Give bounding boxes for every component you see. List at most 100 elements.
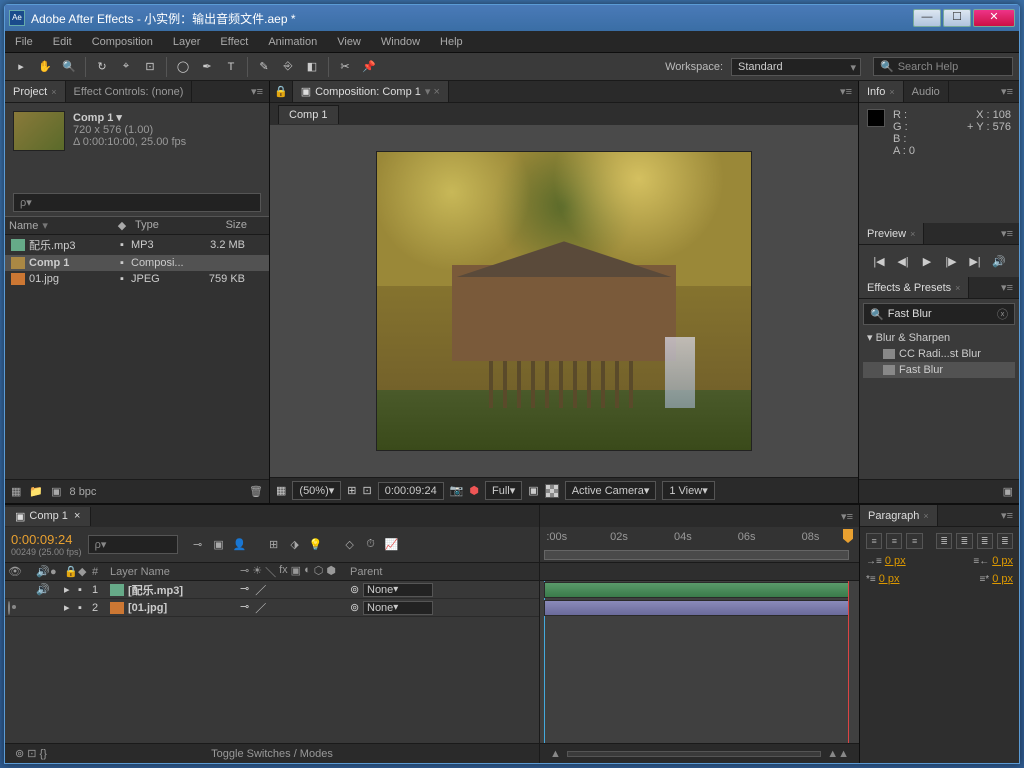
graph-icon[interactable]: 📈 — [384, 538, 400, 551]
panel-menu-icon[interactable]: ▾≡ — [995, 509, 1019, 522]
tab-composition[interactable]: ▣ Composition: Comp 1 ▾ × — [293, 81, 449, 102]
effect-item[interactable]: Fast Blur — [863, 362, 1015, 378]
col-type[interactable]: Type — [131, 219, 201, 232]
playhead-icon[interactable] — [843, 529, 853, 543]
resolution-select[interactable]: Full ▾ — [485, 481, 522, 500]
clear-search-icon[interactable]: ⓧ — [997, 306, 1008, 322]
shape-tool-icon[interactable]: ◯ — [173, 57, 193, 77]
text-tool-icon[interactable]: T — [221, 57, 241, 77]
tab-effects-presets[interactable]: Effects & Presets× — [859, 277, 969, 298]
layer-bar[interactable] — [544, 600, 849, 616]
menu-window[interactable]: Window — [371, 33, 430, 51]
effect-category[interactable]: ▾ Blur & Sharpen — [863, 329, 1015, 346]
timeline-current-time[interactable]: 0:00:09:24 — [11, 532, 82, 547]
zoom-out-icon[interactable]: ▲ — [550, 748, 561, 760]
pen-tool-icon[interactable]: ✒ — [197, 57, 217, 77]
timeline-search-input[interactable]: ρ▾ — [88, 535, 178, 554]
eye-icon[interactable] — [8, 601, 10, 615]
indent-left-input[interactable]: →≡ 0 px — [866, 555, 906, 567]
comp-thumbnail[interactable] — [13, 111, 65, 151]
eraser-tool-icon[interactable]: ◧ — [302, 57, 322, 77]
transparency-icon[interactable] — [545, 484, 559, 498]
timeline-tracks[interactable] — [540, 581, 859, 743]
justify-all-icon[interactable]: ≣ — [997, 533, 1013, 549]
camera-tool-icon[interactable]: ⌖ — [116, 57, 136, 77]
hand-tool-icon[interactable]: ✋ — [35, 57, 55, 77]
menu-file[interactable]: File — [5, 33, 43, 51]
selection-tool-icon[interactable]: ▸ — [11, 57, 31, 77]
time-display[interactable]: 0:00:09:24 — [378, 482, 444, 500]
toggle-switches-button[interactable]: Toggle Switches / Modes — [211, 748, 333, 760]
new-comp-icon[interactable]: ▣ — [51, 485, 61, 498]
bpc-toggle[interactable]: 8 bpc — [70, 486, 97, 498]
search-help-input[interactable]: 🔍 Search Help — [873, 57, 1013, 76]
puppet-tool-icon[interactable]: 📌 — [359, 57, 379, 77]
menu-view[interactable]: View — [327, 33, 371, 51]
menu-edit[interactable]: Edit — [43, 33, 82, 51]
tab-paragraph[interactable]: Paragraph× — [860, 505, 938, 526]
next-frame-icon[interactable]: |▶ — [943, 255, 959, 268]
pan-behind-tool-icon[interactable]: ⊡ — [140, 57, 160, 77]
play-icon[interactable]: ▶ — [919, 255, 935, 268]
delete-icon[interactable]: 🗑 — [249, 485, 263, 498]
current-time-indicator[interactable] — [848, 581, 849, 743]
zoom-select[interactable]: (50%) ▾ — [292, 481, 341, 500]
camera-select[interactable]: Active Camera ▾ — [565, 481, 657, 500]
panel-menu-icon[interactable]: ▾≡ — [995, 281, 1019, 294]
parent-select[interactable]: None ▾ — [363, 583, 433, 597]
close-button[interactable]: ✕ — [973, 9, 1015, 27]
brainstorm-icon[interactable]: 💡 — [308, 538, 324, 551]
col-name[interactable]: Name ▾ — [5, 219, 113, 232]
menu-composition[interactable]: Composition — [82, 33, 163, 51]
graph-editor-icon[interactable]: ⏱ — [363, 538, 379, 551]
draft-3d-icon[interactable]: ▣ — [211, 538, 227, 551]
brush-tool-icon[interactable]: ✎ — [254, 57, 274, 77]
align-left-icon[interactable]: ≡ — [866, 533, 882, 549]
comp-name[interactable]: Comp 1 ▾ — [73, 111, 186, 124]
auto-keyframe-icon[interactable]: ◇ — [342, 538, 358, 551]
maximize-button[interactable]: ☐ — [943, 9, 971, 27]
hide-shy-icon[interactable]: 👤 — [232, 538, 248, 551]
resolution-icon[interactable]: ⊞ — [347, 484, 356, 497]
lock-icon[interactable]: 🔒 — [270, 81, 293, 102]
views-select[interactable]: 1 View ▾ — [662, 481, 714, 500]
menu-layer[interactable]: Layer — [163, 33, 211, 51]
zoom-in-icon[interactable]: ▲▲ — [827, 748, 849, 760]
snapshot-icon[interactable]: 📷 — [450, 484, 464, 497]
align-right-icon[interactable]: ≡ — [906, 533, 922, 549]
channel-icon[interactable]: ⬢ — [469, 484, 479, 497]
work-area-bar[interactable] — [544, 550, 849, 560]
parent-select[interactable]: None ▾ — [363, 601, 433, 615]
menu-animation[interactable]: Animation — [258, 33, 327, 51]
panel-menu-icon[interactable]: ▾≡ — [835, 510, 859, 523]
first-frame-icon[interactable]: |◀ — [871, 255, 887, 268]
menu-effect[interactable]: Effect — [210, 33, 258, 51]
workspace-select[interactable]: Standard — [731, 58, 861, 76]
col-label-icon[interactable]: ◆ — [113, 219, 131, 232]
titlebar[interactable]: Ae Adobe After Effects - 小实例：输出音频文件.aep … — [5, 5, 1019, 31]
new-bin-icon[interactable]: ▣ — [1003, 485, 1013, 498]
rotation-tool-icon[interactable]: ↻ — [92, 57, 112, 77]
panel-menu-icon[interactable]: ▾≡ — [834, 85, 858, 98]
tab-project[interactable]: Project× — [5, 81, 66, 102]
justify-right-icon[interactable]: ≣ — [977, 533, 993, 549]
project-row[interactable]: 01.jpg ▪JPEG759 KB — [5, 271, 269, 287]
timeline-layer-row[interactable]: ▸ ▪ 2 [01.jpg] ⊸／ ⊚ None ▾ — [5, 599, 539, 617]
col-size[interactable]: Size — [201, 219, 251, 232]
frame-blend-icon[interactable]: ⊞ — [266, 538, 282, 551]
first-line-input[interactable]: *≡ 0 px — [866, 573, 900, 585]
minimize-button[interactable]: — — [913, 9, 941, 27]
composition-viewer[interactable] — [270, 125, 858, 477]
timeline-layer-row[interactable]: 🔊 ▸ ▪ 1 [配乐.mp3] ⊸／ ⊚ None ▾ — [5, 581, 539, 599]
mute-icon[interactable]: 🔊 — [991, 255, 1007, 268]
tab-info[interactable]: Info× — [859, 81, 904, 102]
indent-right-input[interactable]: ≡← 0 px — [973, 555, 1013, 567]
motion-blur-icon[interactable]: ⬗ — [287, 538, 303, 551]
space-after-input[interactable]: ≡* 0 px — [979, 573, 1013, 585]
grid-icon[interactable]: ⊡ — [363, 484, 372, 497]
roto-tool-icon[interactable]: ✂ — [335, 57, 355, 77]
effect-item[interactable]: CC Radi...st Blur — [863, 346, 1015, 362]
panel-menu-icon[interactable]: ▾≡ — [995, 227, 1019, 240]
tab-audio[interactable]: Audio — [904, 81, 949, 102]
tab-effect-controls[interactable]: Effect Controls: (none) — [66, 81, 193, 102]
